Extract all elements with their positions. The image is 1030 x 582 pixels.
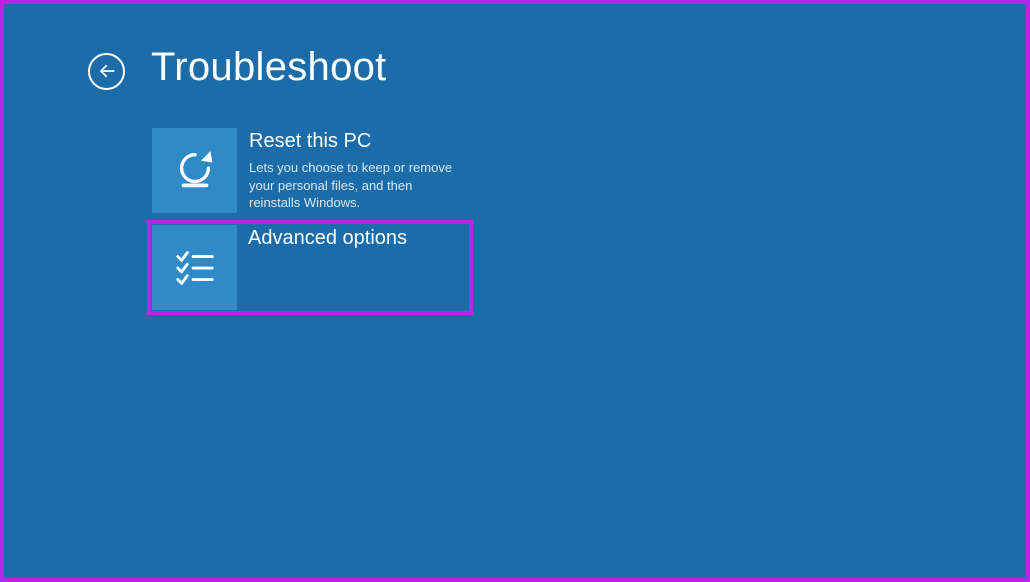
tile-description: Lets you choose to keep or remove your p… (249, 159, 459, 212)
checklist-icon (152, 225, 237, 310)
tile-title: Advanced options (248, 227, 407, 250)
tile-title: Reset this PC (249, 130, 459, 153)
tile-text: Reset this PC Lets you choose to keep or… (249, 128, 459, 213)
arrow-left-icon (98, 62, 116, 80)
reset-icon (152, 128, 237, 213)
back-button[interactable] (88, 53, 125, 90)
page-title: Troubleshoot (151, 45, 387, 90)
tile-text: Advanced options (248, 225, 407, 310)
header: Troubleshoot (4, 4, 1026, 90)
option-reset-this-pc[interactable]: Reset this PC Lets you choose to keep or… (152, 128, 468, 213)
options-container: Reset this PC Lets you choose to keep or… (152, 128, 1026, 315)
option-advanced-options[interactable]: Advanced options (147, 220, 473, 315)
